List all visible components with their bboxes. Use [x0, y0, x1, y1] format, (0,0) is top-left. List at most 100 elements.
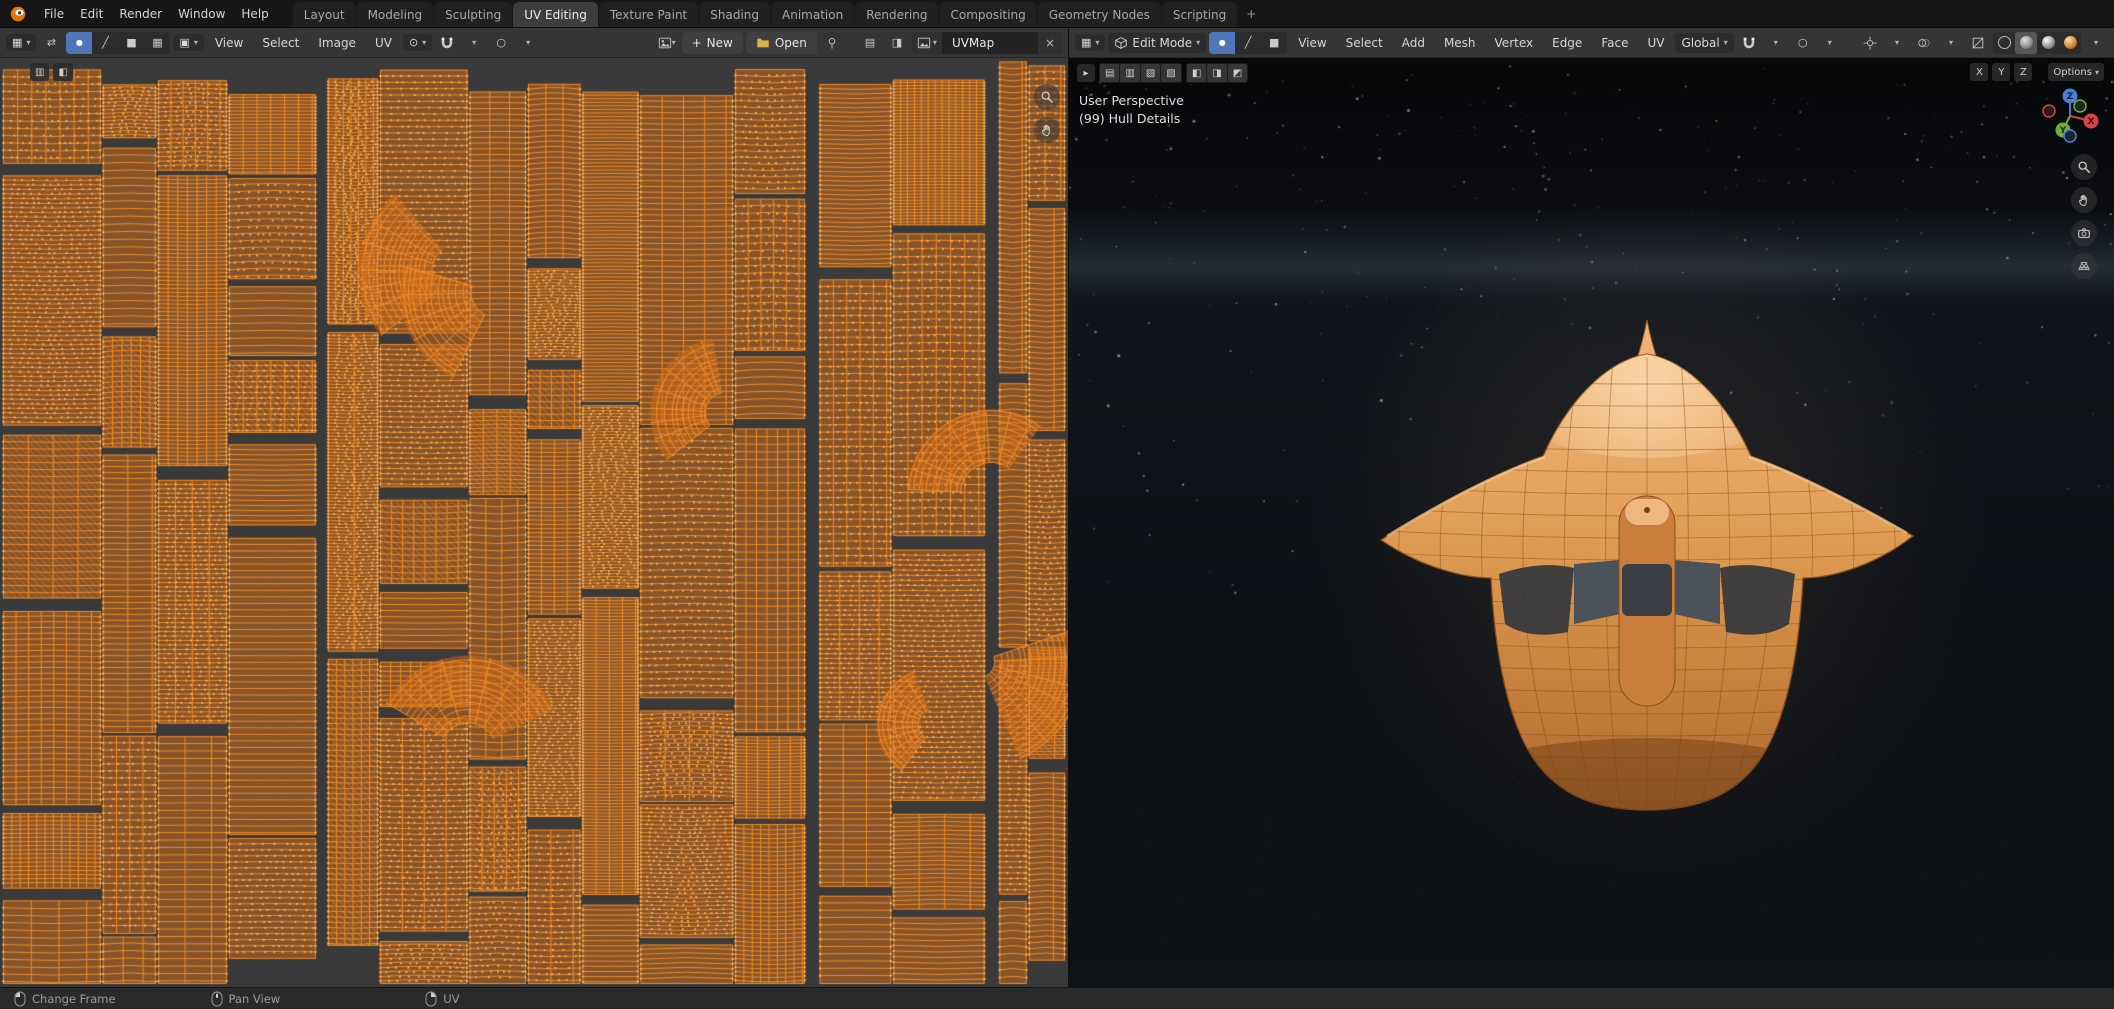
uv-snap-dropdown[interactable]: ▾	[462, 32, 486, 54]
open-image-button[interactable]: Open	[745, 31, 817, 54]
uv-sticky-select-dropdown[interactable]: ▣ ▾	[173, 34, 204, 51]
shading-material-button[interactable]	[2037, 32, 2059, 54]
viewport-zoom-button[interactable]	[2071, 154, 2097, 180]
uv-map-selector[interactable]: ▾ UVMap ×	[911, 31, 1062, 54]
uv-menu-view[interactable]: View	[207, 33, 251, 53]
gizmo-dropdown[interactable]: ▾	[1885, 32, 1909, 54]
viewport-perspective-button[interactable]	[2071, 253, 2097, 279]
viewport-canvas-area[interactable]: ▸ ▤ ▥ ▧ ▨ ◧ ◨ ◩ X Y Z Options ▾ User Per…	[1069, 58, 2114, 987]
axis-x-toggle[interactable]: X	[1970, 63, 1989, 81]
tab-layout[interactable]: Layout	[292, 2, 356, 27]
tab-shading[interactable]: Shading	[699, 2, 770, 27]
tab-modeling[interactable]: Modeling	[356, 2, 434, 27]
vp-menu-mesh[interactable]: Mesh	[1436, 33, 1484, 53]
vp-menu-edge[interactable]: Edge	[1544, 33, 1590, 53]
show-overlays-toggle[interactable]	[1912, 32, 1936, 54]
tab-uv-editing[interactable]: UV Editing	[513, 2, 598, 27]
tab-texture-paint[interactable]: Texture Paint	[598, 2, 699, 27]
uv-select-island-button[interactable]: ▦	[144, 32, 170, 54]
browse-image-button[interactable]: ▾	[655, 32, 679, 54]
uv-map-name[interactable]: UVMap	[942, 36, 1038, 50]
uv-proportional-falloff-dropdown[interactable]: ▾	[516, 32, 540, 54]
uv-proportional-edit-toggle[interactable]: ○	[489, 32, 513, 54]
viewport-camera-button[interactable]	[2071, 220, 2097, 246]
proportional-falloff-dropdown[interactable]: ▾	[1818, 32, 1842, 54]
gizmo-minus-z-axis[interactable]	[2063, 129, 2077, 143]
tool-b-button[interactable]: ▥	[1120, 64, 1140, 82]
vp-menu-select[interactable]: Select	[1338, 33, 1391, 53]
show-gizmo-toggle[interactable]	[1858, 32, 1882, 54]
snap-toggle[interactable]	[1737, 32, 1761, 54]
tool-c-button[interactable]: ▧	[1140, 64, 1161, 82]
overlays-dropdown[interactable]: ▾	[1939, 32, 1963, 54]
vertex-select-button[interactable]: ●	[1209, 31, 1236, 54]
tool-g-button[interactable]: ◩	[1227, 64, 1248, 82]
tab-rendering[interactable]: Rendering	[855, 2, 939, 27]
tool-a-button[interactable]: ▤	[1100, 64, 1120, 82]
render-slot-button[interactable]: ▤	[858, 32, 882, 54]
uv-select-face-button[interactable]: ■	[118, 32, 144, 54]
edge-select-button[interactable]: ╱	[1235, 32, 1261, 54]
editor-type-selector[interactable]: ▦ ▾	[6, 34, 37, 51]
uv-menu-uv[interactable]: UV	[367, 33, 400, 53]
menu-help[interactable]: Help	[233, 4, 276, 24]
gizmo-minus-x-axis[interactable]	[2042, 104, 2056, 118]
tab-sculpting[interactable]: Sculpting	[434, 2, 513, 27]
face-select-button[interactable]: ■	[1261, 32, 1287, 54]
axis-y-toggle[interactable]: Y	[1992, 63, 2011, 81]
image-settings-button[interactable]: ◨	[885, 32, 909, 54]
tab-compositing[interactable]: Compositing	[939, 2, 1037, 27]
menu-render[interactable]: Render	[111, 4, 170, 24]
uv-pivot-dropdown[interactable]: ⊙ ▾	[402, 34, 433, 51]
viewport-pan-button[interactable]	[2071, 187, 2097, 213]
vp-menu-vertex[interactable]: Vertex	[1487, 33, 1542, 53]
vp-menu-face[interactable]: Face	[1593, 33, 1636, 53]
editor-type-selector[interactable]: ▦ ▾	[1075, 34, 1106, 51]
tool-e-button[interactable]: ◧	[1186, 64, 1207, 82]
axis-z-toggle[interactable]: Z	[2014, 63, 2033, 81]
uv-sync-selection-toggle[interactable]: ⇄	[39, 32, 63, 54]
shading-rendered-button[interactable]	[2059, 32, 2081, 54]
uv-canvas-area[interactable]: ▥ ◧	[0, 58, 1068, 987]
unlink-datablock-button[interactable]: ×	[1037, 31, 1062, 54]
uv-zoom-button[interactable]	[1034, 84, 1060, 110]
vp-menu-add[interactable]: Add	[1394, 33, 1433, 53]
tool-d-button[interactable]: ▨	[1161, 64, 1181, 82]
xray-toggle[interactable]	[1966, 32, 1990, 54]
uv-select-vertex-button[interactable]: ●	[66, 31, 93, 54]
tool-f-button[interactable]: ◨	[1207, 64, 1227, 82]
shading-solid-button[interactable]	[2015, 31, 2037, 54]
tab-animation[interactable]: Animation	[771, 2, 855, 27]
uv-pan-button[interactable]	[1034, 117, 1060, 143]
shading-dropdown[interactable]: ▾	[2084, 32, 2108, 54]
menu-edit[interactable]: Edit	[72, 4, 111, 24]
uv-snap-toggle[interactable]	[435, 32, 459, 54]
uv-map-browse[interactable]: ▾	[911, 31, 942, 54]
uv-select-edge-button[interactable]: ╱	[92, 32, 118, 54]
vp-menu-view[interactable]: View	[1290, 33, 1334, 53]
add-workspace-button[interactable]: +	[1238, 1, 1264, 27]
tab-geometry-nodes[interactable]: Geometry Nodes	[1037, 2, 1161, 27]
navigation-gizmo[interactable]: Z X Y	[2038, 84, 2102, 148]
spaceship-mesh[interactable]	[1069, 58, 2114, 987]
tool-settings-expand[interactable]: ▸	[1077, 64, 1095, 82]
gizmo-minus-y-axis[interactable]	[2073, 99, 2087, 113]
shading-wireframe-button[interactable]	[1993, 32, 2015, 54]
snap-dropdown[interactable]: ▾	[1764, 32, 1788, 54]
uv-menu-image[interactable]: Image	[310, 33, 364, 53]
uv-map-canvas[interactable]	[0, 58, 1068, 987]
uv-tool-option-a[interactable]: ▥	[30, 63, 50, 81]
mode-dropdown[interactable]: Edit Mode ▾	[1108, 32, 1207, 53]
pin-image-toggle[interactable]	[820, 32, 844, 54]
transform-orientation-dropdown[interactable]: Global ▾	[1675, 32, 1734, 53]
vp-menu-uv[interactable]: UV	[1639, 33, 1672, 53]
new-image-button[interactable]: + New	[681, 31, 743, 54]
menu-window[interactable]: Window	[170, 4, 233, 24]
proportional-edit-toggle[interactable]: ○	[1791, 32, 1815, 54]
uv-tool-option-b[interactable]: ◧	[53, 63, 73, 81]
uv-menu-select[interactable]: Select	[254, 33, 307, 53]
blender-logo-menu[interactable]	[0, 0, 36, 27]
options-dropdown[interactable]: Options ▾	[2048, 63, 2104, 81]
tab-scripting[interactable]: Scripting	[1161, 2, 1238, 27]
menu-file[interactable]: File	[36, 4, 72, 24]
